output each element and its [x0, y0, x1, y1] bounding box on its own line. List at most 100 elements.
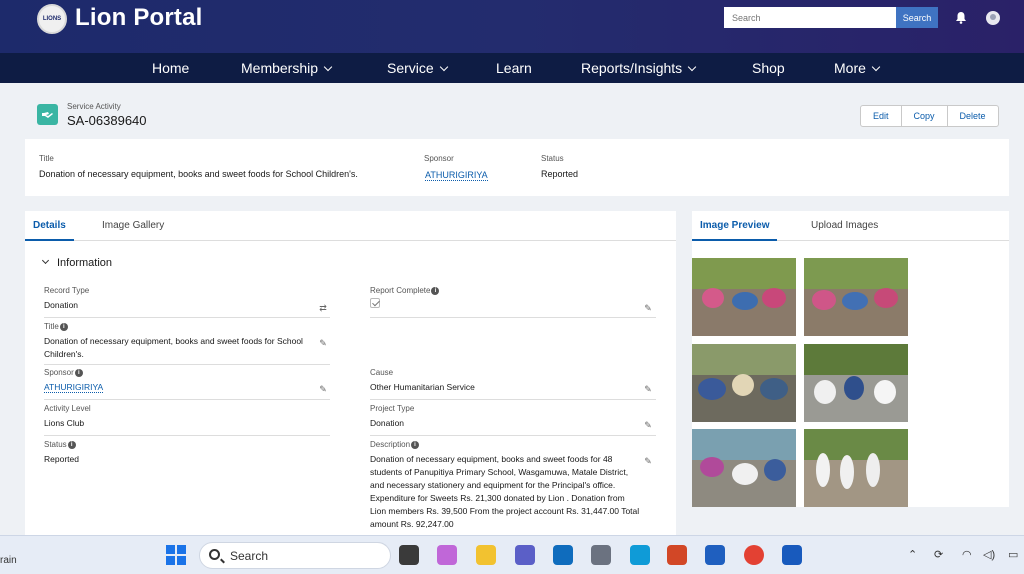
description-value: Donation of necessary equipment, books a…	[370, 454, 640, 529]
service-activity-icon	[37, 104, 58, 125]
details-tabs: Details Image Gallery	[25, 211, 676, 241]
copilot-icon[interactable]	[437, 545, 457, 565]
nav-learn[interactable]: Learn	[496, 53, 532, 83]
gallery-photo[interactable]	[804, 258, 908, 336]
store-icon[interactable]	[705, 545, 725, 565]
record-header: Service Activity SA-06389640 Edit Copy D…	[25, 98, 1009, 136]
title-label-text: Title	[44, 322, 59, 331]
chrome-icon[interactable]	[744, 545, 764, 565]
chevron-down-icon	[439, 62, 448, 72]
lions-logo[interactable]: LIONS	[37, 4, 67, 34]
notification-bell-icon[interactable]	[954, 11, 968, 25]
search-icon	[209, 549, 220, 560]
tab-image-gallery[interactable]: Image Gallery	[94, 211, 172, 241]
windows-start-icon[interactable]	[166, 545, 186, 565]
pencil-edit-icon[interactable]: ✎	[643, 303, 653, 313]
edge-icon[interactable]	[630, 545, 650, 565]
sponsor-label-text: Sponsor	[44, 368, 74, 377]
taskbar-search-label: Search	[230, 549, 269, 563]
report-complete-checkbox[interactable]	[370, 298, 380, 308]
info-icon[interactable]: i	[411, 440, 420, 449]
divider	[44, 435, 330, 436]
edit-button[interactable]: Edit	[861, 106, 902, 126]
search-input[interactable]	[724, 7, 896, 28]
search-button[interactable]: Search	[896, 7, 938, 28]
sync-icon[interactable]: ⟳	[934, 548, 943, 561]
info-icon[interactable]: i	[67, 440, 76, 449]
info-icon[interactable]: i	[59, 322, 68, 331]
tab-upload-images[interactable]: Upload Images	[803, 211, 886, 241]
pencil-edit-icon[interactable]: ✎	[318, 338, 328, 348]
battery-icon[interactable]: ▭	[1008, 548, 1018, 561]
gallery-photo[interactable]	[804, 344, 908, 422]
information-section-header[interactable]: Information	[41, 256, 112, 269]
hl-title-label: Title	[39, 154, 54, 163]
tab-image-preview[interactable]: Image Preview	[692, 211, 778, 241]
nav-membership[interactable]: Membership	[241, 53, 333, 83]
record-type-value: Donation	[44, 300, 79, 310]
teams-icon[interactable]	[515, 545, 535, 565]
taskbar-search[interactable]: Search	[199, 542, 391, 569]
nav-shop-label: Shop	[752, 60, 785, 76]
outlook-icon[interactable]	[553, 545, 573, 565]
brand-title[interactable]: Lion Portal	[75, 4, 203, 32]
info-icon[interactable]: i	[431, 286, 440, 295]
gallery-photo[interactable]	[692, 429, 796, 507]
change-record-type-icon[interactable]: ⇄	[318, 303, 328, 313]
nav-shop[interactable]: Shop	[752, 53, 785, 83]
camera-icon[interactable]	[591, 545, 611, 565]
cause-label: Cause	[370, 368, 394, 377]
sponsor-link[interactable]: ATHURIGIRIYA	[44, 382, 104, 393]
nav-more[interactable]: More	[834, 53, 881, 83]
pencil-edit-icon[interactable]: ✎	[643, 456, 653, 466]
gallery-photo[interactable]	[692, 344, 796, 422]
cause-value: Other Humanitarian Service	[370, 382, 475, 392]
divider	[370, 435, 656, 436]
chevron-down-icon	[41, 256, 50, 265]
field-title: Title i Donation of necessary equipment, …	[44, 322, 314, 361]
nav-membership-label: Membership	[241, 60, 319, 76]
chevron-down-icon	[687, 62, 697, 72]
info-icon[interactable]: i	[74, 368, 83, 377]
hl-sponsor-link[interactable]: ATHURIGIRIYA	[425, 170, 488, 181]
top-header: LIONS Lion Portal Search	[0, 0, 1024, 53]
record-type-label: Service Activity	[67, 102, 121, 111]
details-card: Details Image Gallery Information Record…	[25, 211, 676, 535]
word-icon[interactable]	[782, 545, 802, 565]
weather-widget[interactable]: rain	[0, 555, 17, 566]
wifi-icon[interactable]: ◠	[962, 548, 972, 561]
speaker-icon[interactable]: ◁)	[983, 548, 995, 561]
user-avatar-icon[interactable]	[986, 11, 1000, 25]
field-cause: Cause Other Humanitarian Service	[370, 368, 640, 394]
hl-sponsor-label: Sponsor	[424, 154, 454, 163]
sponsor-label: Sponsor i	[44, 368, 314, 377]
nav-home[interactable]: Home	[152, 53, 189, 83]
field-project-type: Project Type Donation	[370, 404, 640, 430]
divider	[44, 399, 330, 400]
nav-service[interactable]: Service	[387, 53, 448, 83]
file-explorer-icon[interactable]	[476, 545, 496, 565]
description-label: Description i	[370, 440, 640, 449]
logo-text: LIONS	[42, 16, 62, 22]
field-sponsor: Sponsor i ATHURIGIRIYA	[44, 368, 314, 395]
powerpoint-icon[interactable]	[667, 545, 687, 565]
pencil-edit-icon[interactable]: ✎	[643, 384, 653, 394]
image-tabs: Image Preview Upload Images	[692, 211, 1009, 241]
nav-reports[interactable]: Reports/Insights	[581, 53, 697, 83]
task-view-icon[interactable]	[399, 545, 419, 565]
pencil-edit-icon[interactable]: ✎	[318, 384, 328, 394]
record-type-label: Record Type	[44, 286, 90, 295]
pencil-edit-icon[interactable]: ✎	[643, 420, 653, 430]
windows-taskbar: rain Search ⌃ ⟳ ◠ ◁) ▭	[0, 535, 1024, 574]
copy-button[interactable]: Copy	[902, 106, 948, 126]
highlights-panel: Title Donation of necessary equipment, b…	[25, 139, 1009, 196]
title-label: Title i	[44, 322, 314, 331]
gallery-photo[interactable]	[804, 429, 908, 507]
delete-button[interactable]: Delete	[948, 106, 998, 126]
gallery-photo[interactable]	[692, 258, 796, 336]
report-complete-label-text: Report Complete	[370, 286, 431, 295]
tab-details[interactable]: Details	[25, 211, 74, 241]
chevron-up-icon[interactable]: ⌃	[908, 548, 917, 561]
field-description: Description i Donation of necessary equip…	[370, 440, 640, 531]
status-label-text: Status	[44, 440, 67, 449]
